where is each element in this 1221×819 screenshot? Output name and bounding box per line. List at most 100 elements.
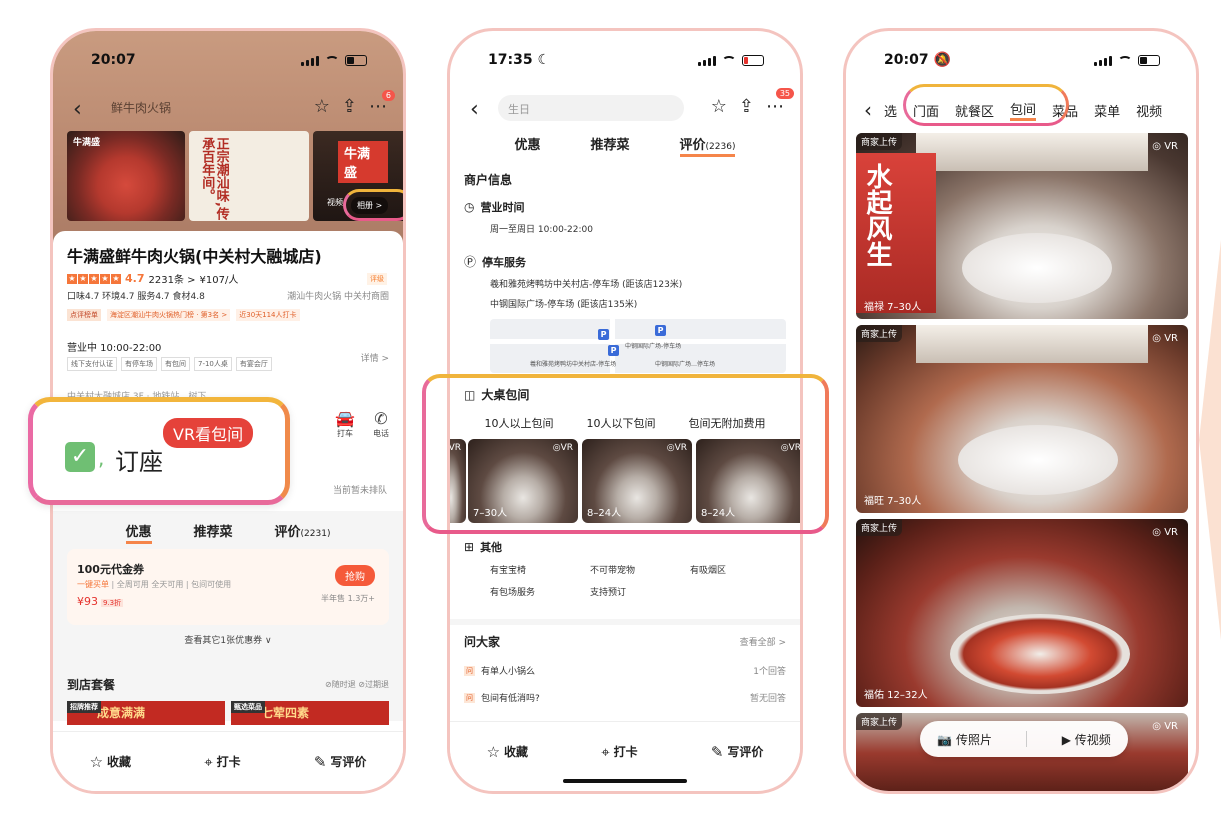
uploaded-badge: 商家上传 <box>856 133 903 150</box>
package-label: 甄选菜品 <box>231 701 265 713</box>
more-icon[interactable]: ⋯ 35 <box>766 88 794 117</box>
room-photo[interactable]: 商家上传 ◎ VR 福旺 7–30人 <box>856 325 1188 513</box>
favorite-button[interactable]: ☆ 收藏 <box>90 753 131 771</box>
checkin-button[interactable]: ⌖ 打卡 <box>601 743 637 761</box>
hours-detail-link[interactable]: 详情 > <box>361 351 389 364</box>
facility-tag: 有包间 <box>161 357 190 371</box>
upload-photo-button[interactable]: 📷 传照片 <box>937 731 992 748</box>
status-time: 20:07 🔕 <box>884 52 951 68</box>
upload-bar: 📷 传照片 ▶ 传视频 <box>920 721 1128 757</box>
status-time: 17:35 ☾ <box>488 52 550 68</box>
answer-count: 1个回答 <box>753 667 786 677</box>
favorite-label: 收藏 <box>504 745 529 759</box>
write-review-button[interactable]: ✎ 写评价 <box>314 753 367 771</box>
back-icon[interactable]: ‹ <box>470 97 479 122</box>
gallery-photo-food[interactable]: 牛满盛 <box>67 131 185 221</box>
sub-scores: 口味4.7 环境4.7 服务4.7 食材4.8 <box>67 292 205 302</box>
vr-badge-text: VR <box>1164 333 1178 344</box>
answer-count: 暂无回答 <box>749 694 786 704</box>
tab-reviews[interactable]: 评价(2236) <box>679 134 736 157</box>
upload-video-button[interactable]: ▶ 传视频 <box>1062 731 1111 748</box>
facility-tag: 有停车场 <box>121 357 157 371</box>
checkin-button[interactable]: ⌖ 打卡 <box>204 753 240 771</box>
vr-badge-text: VR <box>1164 141 1178 152</box>
review-count[interactable]: 2231条 > <box>149 271 196 286</box>
facility-tag: 有宴会厅 <box>235 357 272 371</box>
more-icon[interactable]: ⋯ 6 <box>369 90 395 117</box>
qa-item[interactable]: 问包间有低消吗? 暂无回答 <box>464 691 786 704</box>
tab-partial[interactable]: 选 <box>884 101 897 120</box>
camera-icon: 📷 <box>937 732 953 747</box>
signal-icon <box>698 55 716 66</box>
room-caption: 福旺 7–30人 <box>864 496 922 507</box>
tab-deals[interactable]: 优惠 <box>125 521 152 544</box>
tab-dishes[interactable]: 推荐菜 <box>194 521 233 544</box>
parking-pin: P <box>598 329 609 340</box>
video-icon: ▶ <box>1061 732 1071 747</box>
other-title: 其他 <box>480 541 503 554</box>
question-text: 有单人小锅么 <box>481 667 536 677</box>
tab-reviews[interactable]: 评价(2231) <box>275 521 331 544</box>
package-image[interactable]: 招牌推荐 成意满满 <box>67 701 225 725</box>
bottom-action-bar: ☆ 收藏 ⌖ 打卡 ✎ 写评价 <box>450 721 800 781</box>
checkin-label: 打卡 <box>613 745 638 759</box>
star-icon[interactable]: ☆ <box>314 96 330 117</box>
grab-button[interactable]: 抢购 <box>335 565 375 586</box>
voucher-card[interactable]: 100元代金券 一键买单 | 全周可用 全天可用 | 包间可使用 ¥93 9.3折… <box>67 549 389 625</box>
parking-lot-2[interactable]: 中钢国际广场-停车场 (距该店135米) <box>490 297 786 310</box>
status-bar: 20:07 <box>53 31 403 89</box>
package-image[interactable]: 甄选菜品 七荤四素 <box>231 701 389 725</box>
location-pin-icon: ⌖ <box>204 752 213 771</box>
brand-logo: 牛满盛 <box>73 138 101 148</box>
tab-dishes[interactable]: 推荐菜 <box>591 134 630 157</box>
parking-map[interactable]: P P P 中钢国际广场-停车场 羲和雅苑烤鸭坊中关村店-停车场 中钢国际广场…… <box>490 319 786 373</box>
tab-menu[interactable]: 菜单 <box>1094 101 1120 120</box>
map-label: 羲和雅苑烤鸭坊中关村店-停车场 <box>530 361 617 368</box>
nav-bar: ‹ 生日 ☆ ⇪ ⋯ 35 <box>450 88 800 129</box>
search-input[interactable]: 生日 <box>498 95 684 121</box>
upload-video-label: 传视频 <box>1074 732 1111 747</box>
package-image-text: 成意满满 <box>97 706 146 720</box>
more-deals-link[interactable]: 查看其它1张优惠券 ∨ <box>53 633 403 646</box>
checkin-label: 打卡 <box>216 755 241 769</box>
write-review-button[interactable]: ✎ 写评价 <box>711 743 764 761</box>
favorite-icon: ☆ <box>89 752 104 771</box>
nav-title: 鲜牛肉火锅 <box>111 101 172 115</box>
tab-reviews-count: (2236) <box>705 142 736 152</box>
rank-link[interactable]: 海淀区潮汕牛肉火锅热门榜 · 第3名 > <box>107 309 231 321</box>
call-action[interactable]: ✆ 电话 <box>373 409 389 439</box>
calligraphy-text: 水起风生 <box>862 163 892 267</box>
star-icon[interactable]: ☆ <box>711 96 727 117</box>
room-photo[interactable]: 商家上传 ◎ VR 福佑 12–32人 <box>856 519 1188 707</box>
shop-name: 牛满盛鲜牛肉火锅(中关村大融城店) <box>67 247 322 266</box>
favorite-button[interactable]: ☆ 收藏 <box>487 743 528 761</box>
taxi-action[interactable]: 🚘 打车 <box>335 409 355 439</box>
tab-deals[interactable]: 优惠 <box>515 134 541 157</box>
book-seat-callout[interactable]: ✓ , 订座 VR看包间 <box>28 397 290 505</box>
room-photo[interactable]: 水起风生 商家上传 ◎ VR 福禄 7–30人 <box>856 133 1188 319</box>
package-image-text: 七荤四素 <box>261 706 310 720</box>
vr-badge-text: VR <box>1164 527 1178 538</box>
back-icon[interactable]: ‹ <box>864 98 872 122</box>
checkbox-icon: ✓ <box>65 442 95 472</box>
gallery-photo-poster[interactable]: 正宗潮汕味,传承百年间。 <box>189 131 309 221</box>
vr-badge: ◎ VR <box>1152 141 1178 152</box>
checkin-count: 近30天114人打卡 <box>236 309 300 321</box>
rooms-highlight <box>422 374 829 534</box>
album-highlight <box>343 189 403 221</box>
home-indicator[interactable] <box>563 779 687 783</box>
vr-room-badge[interactable]: VR看包间 <box>163 418 254 448</box>
back-icon[interactable]: ‹ <box>73 97 82 122</box>
parking-lot-1[interactable]: 羲和雅苑烤鸭坊中关村店-停车场 (距该店123米) <box>490 277 786 290</box>
favorite-label: 收藏 <box>107 755 132 769</box>
share-icon[interactable]: ⇪ <box>739 96 754 117</box>
gallery-video-link[interactable]: 视频 <box>327 197 343 208</box>
shop-category[interactable]: 潮汕牛肉火锅 中关村商圈 <box>287 289 389 302</box>
question-tag: 问 <box>464 692 475 703</box>
qa-item[interactable]: 问有单人小锅么 1个回答 <box>464 664 786 677</box>
share-icon[interactable]: ⇪ <box>342 96 357 117</box>
qa-all-link[interactable]: 查看全部 > <box>740 635 786 648</box>
other-item: 有宝宝椅 <box>490 566 527 576</box>
tab-video[interactable]: 视频 <box>1136 101 1162 120</box>
vr-badge: ◎ VR <box>1152 527 1178 538</box>
